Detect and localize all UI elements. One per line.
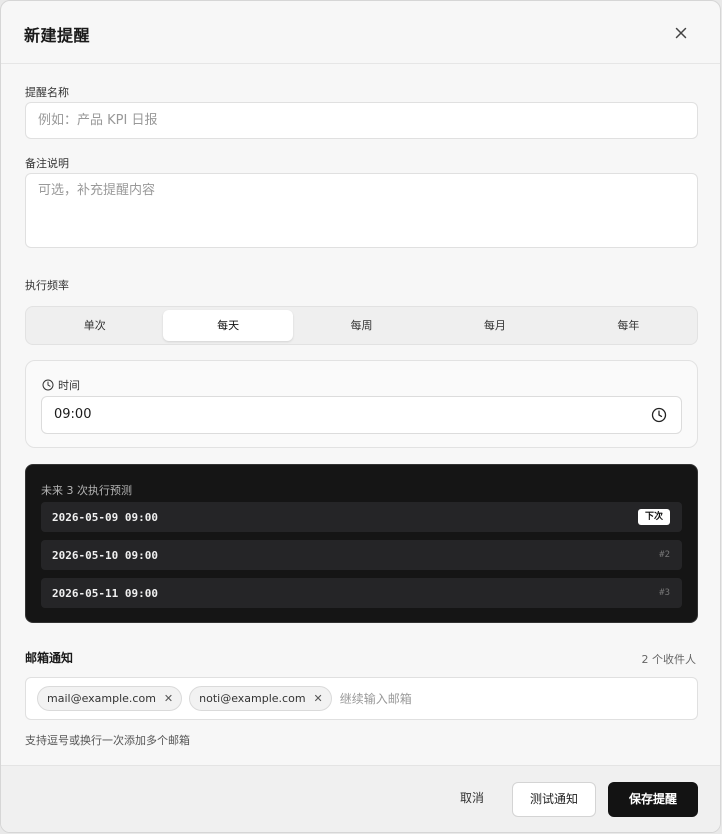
email-hint: 支持逗号或换行一次添加多个邮箱 (25, 734, 190, 747)
email-chip-label: mail@example.com (47, 692, 156, 705)
time-value: 09:00 (54, 407, 92, 422)
preview-title: 未来 3 次执行预测 (41, 484, 132, 497)
recipient-count: 2 个收件人 (641, 653, 697, 666)
email-recipients-input[interactable]: mail@example.com ✕ noti@example.com ✕ 继续… (25, 677, 698, 720)
note-label: 备注说明 (25, 157, 69, 170)
close-icon[interactable]: ✕ (164, 692, 173, 705)
email-section-title: 邮箱通知 (25, 651, 74, 665)
time-card: 时间 09:00 (25, 360, 698, 448)
time-label: 时间 (58, 379, 80, 392)
clock-icon[interactable] (651, 407, 667, 423)
test-notification-button[interactable]: 测试通知 (512, 782, 596, 817)
preview-index: #2 (659, 550, 670, 560)
preview-datetime: 2026-05-11 09:00 (52, 587, 158, 600)
frequency-option-once[interactable]: 单次 (30, 310, 159, 341)
time-label-row: 时间 (42, 377, 80, 393)
reminder-name-label: 提醒名称 (25, 86, 69, 99)
dialog-header: 新建提醒 (1, 1, 720, 64)
save-reminder-button[interactable]: 保存提醒 (608, 782, 698, 817)
clock-icon (42, 379, 54, 391)
preview-index: #3 (659, 588, 670, 598)
frequency-option-monthly[interactable]: 每月 (430, 310, 559, 341)
frequency-segmented-control: 单次 每天 每周 每月 每年 (25, 306, 698, 345)
email-chip: noti@example.com ✕ (189, 686, 332, 711)
preview-datetime: 2026-05-10 09:00 (52, 549, 158, 562)
frequency-option-daily[interactable]: 每天 (163, 310, 293, 341)
execution-preview: 未来 3 次执行预测 2026-05-09 09:00 下次 2026-05-1… (25, 464, 698, 623)
email-chip-label: noti@example.com (199, 692, 306, 705)
time-input[interactable]: 09:00 (41, 396, 682, 434)
preview-datetime: 2026-05-09 09:00 (52, 511, 158, 524)
preview-row: 2026-05-10 09:00 #2 (41, 540, 682, 570)
preview-row: 2026-05-11 09:00 #3 (41, 578, 682, 608)
cancel-button[interactable]: 取消 (449, 782, 495, 817)
dialog-title: 新建提醒 (24, 26, 91, 45)
new-reminder-dialog: 新建提醒 提醒名称 例如：产品 KPI 日报 备注说明 可选，补充提醒内容 执行… (0, 0, 721, 833)
next-badge: 下次 (637, 509, 670, 525)
note-textarea[interactable]: 可选，补充提醒内容 (25, 173, 698, 248)
dialog-footer: 取消 测试通知 保存提醒 (1, 765, 720, 832)
frequency-label: 执行频率 (25, 279, 69, 292)
frequency-option-weekly[interactable]: 每周 (297, 310, 426, 341)
email-chip: mail@example.com ✕ (37, 686, 183, 711)
email-text-input[interactable]: 继续输入邮箱 (340, 690, 412, 707)
close-icon[interactable]: ✕ (314, 692, 323, 705)
frequency-option-yearly[interactable]: 每年 (564, 310, 693, 341)
close-icon[interactable] (672, 24, 690, 42)
reminder-name-input[interactable]: 例如：产品 KPI 日报 (25, 102, 698, 139)
preview-row: 2026-05-09 09:00 下次 (41, 502, 682, 532)
